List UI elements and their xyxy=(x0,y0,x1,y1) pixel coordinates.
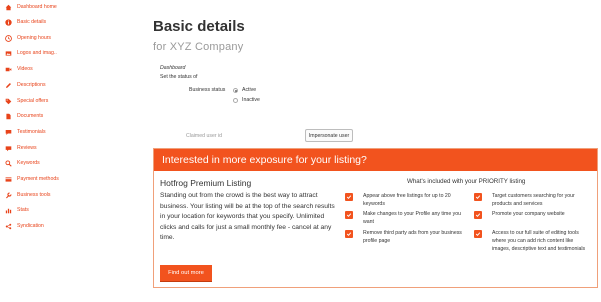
promo-header: Interested in more exposure for your lis… xyxy=(154,149,597,171)
sidebar-item-label: Reviews xyxy=(17,145,37,151)
sidebar-item-label: Videos xyxy=(17,66,33,72)
sidebar-item-label: Testimonials xyxy=(17,129,46,135)
promo-body: Standing out from the crowd is the best … xyxy=(160,192,335,242)
sidebar-item-label: Logos and imag.. xyxy=(17,50,57,56)
sidebar-item-syndication[interactable]: Syndication xyxy=(4,220,44,232)
status-active-radio[interactable]: Active xyxy=(233,87,256,93)
checkbox-checked-icon xyxy=(474,230,482,238)
checkbox-checked-icon xyxy=(345,193,353,201)
page-title: Basic details xyxy=(153,18,245,35)
sidebar-item-payment-methods[interactable]: Payment methods xyxy=(4,173,59,185)
sidebar-item-business-tools[interactable]: Business tools xyxy=(4,189,50,201)
sidebar-item-testimonials[interactable]: Testimonials xyxy=(4,126,46,138)
radio-dot[interactable] xyxy=(233,87,238,93)
radio-label: Active xyxy=(242,87,257,93)
sidebar-item-videos[interactable]: Videos xyxy=(4,63,33,75)
checkbox-checked-icon xyxy=(474,193,482,201)
chart-icon xyxy=(4,206,12,214)
home-icon xyxy=(4,3,12,11)
document-icon xyxy=(4,112,12,120)
sidebar-item-dashboard-home[interactable]: Dashboard home xyxy=(4,1,57,13)
sidebar-item-stats[interactable]: Stats xyxy=(4,204,29,216)
review-icon xyxy=(4,144,12,152)
sidebar-item-label: Keywords xyxy=(17,160,40,166)
promo-title: Hotfrog Premium Listing xyxy=(160,178,252,188)
pencil-icon xyxy=(4,81,12,89)
breadcrumb[interactable]: Dashboard xyxy=(160,65,185,71)
sidebar-item-label: Opening hours xyxy=(17,35,52,41)
business-status-label: Business status xyxy=(189,87,226,93)
radio-label: Inactive xyxy=(242,97,260,103)
image-icon xyxy=(4,49,12,57)
card-icon xyxy=(4,175,12,183)
sidebar-item-label: Stats xyxy=(17,207,29,213)
video-icon xyxy=(4,65,12,73)
sidebar-item-label: Syndication xyxy=(17,223,44,229)
checkbox-checked-icon xyxy=(345,230,353,238)
keyword-icon xyxy=(4,159,12,167)
feature-item: Access to our full suite of editing tool… xyxy=(474,230,592,254)
feature-item: Make changes to your Profile any time yo… xyxy=(345,211,465,226)
impersonate-user-button[interactable]: Impersonate user xyxy=(305,129,353,142)
page-subtitle: for XYZ Company xyxy=(153,41,244,53)
sidebar-item-label: Business tools xyxy=(17,192,51,198)
feature-text: Appear above free listings for up to 20 … xyxy=(363,193,451,208)
sidebar-item-keywords[interactable]: Keywords xyxy=(4,157,40,169)
included-title: What's included with your PRIORITY listi… xyxy=(407,178,526,185)
sidebar-item-logos-images[interactable]: Logos and imag.. xyxy=(4,47,57,59)
sidebar-item-basic-details[interactable]: Basic details xyxy=(4,16,46,28)
status-hint: Set the status of xyxy=(160,74,198,80)
feature-text: Target customers searching for your prod… xyxy=(492,193,575,208)
tag-icon xyxy=(4,97,12,105)
feature-item: Target customers searching for your prod… xyxy=(474,193,592,208)
sidebar-item-label: Special offers xyxy=(17,98,49,104)
premium-promo-panel: Interested in more exposure for your lis… xyxy=(153,148,598,288)
feature-item: Remove third party ads from your busines… xyxy=(345,230,465,245)
clock-icon xyxy=(4,34,12,42)
claimed-user-label: Claimed user id xyxy=(186,133,223,139)
feature-item: Promote your company website xyxy=(474,211,592,219)
syndication-icon xyxy=(4,222,12,230)
sidebar-item-label: Payment methods xyxy=(17,176,59,182)
status-inactive-radio[interactable]: Inactive xyxy=(233,97,260,103)
feature-text: Remove third party ads from your busines… xyxy=(363,230,462,245)
promo-header-text: Interested in more exposure for your lis… xyxy=(162,154,367,166)
find-out-more-button[interactable]: Find out more xyxy=(160,265,212,282)
sidebar-item-label: Documents xyxy=(17,113,44,119)
sidebar-item-special-offers[interactable]: Special offers xyxy=(4,95,48,107)
sidebar-item-label: Descriptions xyxy=(17,82,46,88)
sidebar-item-label: Basic details xyxy=(17,19,47,25)
sidebar: Dashboard home Basic details Opening hou… xyxy=(0,0,130,302)
sidebar-item-label: Dashboard home xyxy=(17,4,57,10)
feature-item: Appear above free listings for up to 20 … xyxy=(345,193,465,208)
feature-text: Access to our full suite of editing tool… xyxy=(492,230,586,253)
sidebar-item-documents[interactable]: Documents xyxy=(4,110,43,122)
sidebar-item-descriptions[interactable]: Descriptions xyxy=(4,79,46,91)
feature-text: Make changes to your Profile any time yo… xyxy=(363,211,462,226)
checkbox-checked-icon xyxy=(474,211,482,219)
radio-dot[interactable] xyxy=(233,97,238,103)
checkbox-checked-icon xyxy=(345,211,353,219)
wrench-icon xyxy=(4,191,12,199)
speech-icon xyxy=(4,128,12,136)
feature-text: Promote your company website xyxy=(492,211,565,217)
info-icon xyxy=(4,18,12,26)
sidebar-item-reviews[interactable]: Reviews xyxy=(4,142,37,154)
sidebar-item-opening-hours[interactable]: Opening hours xyxy=(4,32,51,44)
